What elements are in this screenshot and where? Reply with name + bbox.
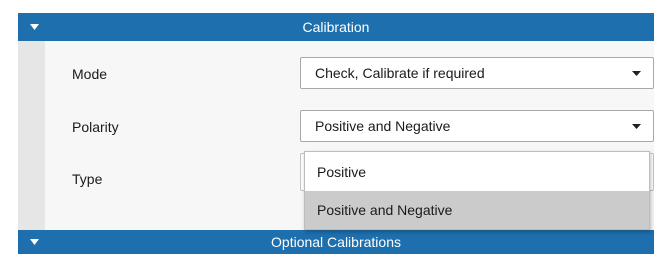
optional-calibrations-header[interactable]: Optional Calibrations xyxy=(18,230,654,254)
polarity-select[interactable]: Positive and Negative xyxy=(300,110,654,142)
mode-select[interactable]: Check, Calibrate if required xyxy=(300,57,654,89)
polarity-select-value: Positive and Negative xyxy=(315,118,451,134)
polarity-option-positive-and-negative[interactable]: Positive and Negative xyxy=(305,191,649,229)
type-label: Type xyxy=(72,171,103,187)
dropdown-arrow-icon xyxy=(632,58,641,88)
mode-select-value: Check, Calibrate if required xyxy=(315,65,485,81)
dropdown-arrow-icon xyxy=(632,111,641,141)
polarity-label: Polarity xyxy=(72,119,119,135)
panel-gutter xyxy=(18,41,45,230)
polarity-option-positive[interactable]: Positive xyxy=(305,153,649,191)
calibration-section-header[interactable]: Calibration xyxy=(18,13,654,41)
mode-label: Mode xyxy=(72,66,108,82)
calibration-section-title: Calibration xyxy=(302,19,370,35)
optional-calibrations-title: Optional Calibrations xyxy=(271,234,401,250)
polarity-dropdown-list: Positive Positive and Negative xyxy=(304,151,650,230)
